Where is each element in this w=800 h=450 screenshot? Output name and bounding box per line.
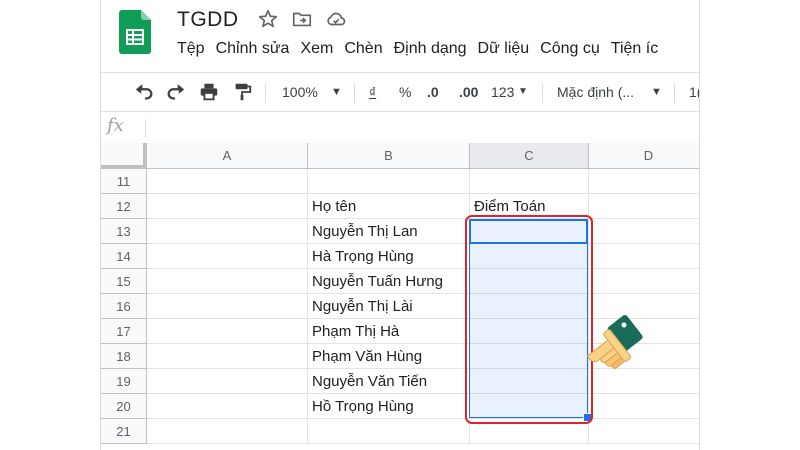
cell-a13[interactable] [147, 219, 308, 244]
percent-format-button[interactable]: % [399, 81, 411, 103]
cell-a16[interactable] [147, 294, 308, 319]
increase-decimal-button[interactable]: .00 [459, 81, 478, 103]
row-header-14[interactable]: 14 [101, 244, 147, 269]
cell-b16[interactable]: Nguyễn Thị Lài [308, 294, 470, 319]
cell-d11[interactable] [589, 169, 699, 194]
cell-c11[interactable] [470, 169, 589, 194]
row-header-21[interactable]: 21 [101, 419, 147, 444]
print-icon[interactable] [198, 81, 220, 103]
cloud-status-icon[interactable] [325, 8, 347, 30]
cell-b11[interactable] [308, 169, 470, 194]
cell-a20[interactable] [147, 394, 308, 419]
row-header-13[interactable]: 13 [101, 219, 147, 244]
undo-icon[interactable] [133, 81, 155, 103]
fx-icon: fx [107, 115, 124, 136]
cell-b18[interactable]: Phạm Văn Hùng [308, 344, 470, 369]
row-header-16[interactable]: 16 [101, 294, 147, 319]
column-header-a[interactable]: A [147, 143, 308, 169]
cell-b15[interactable]: Nguyễn Tuấn Hưng [308, 269, 470, 294]
cell-d14[interactable] [589, 244, 699, 269]
document-title[interactable]: TGDD [177, 8, 239, 32]
cell-a14[interactable] [147, 244, 308, 269]
select-all-corner[interactable] [101, 143, 147, 169]
font-select[interactable]: Mặc định (... [557, 81, 634, 103]
sheets-logo-icon[interactable] [119, 10, 151, 54]
currency-format-button[interactable]: ₫ [369, 81, 376, 103]
column-header-b[interactable]: B [308, 143, 470, 169]
app-window: TGDD Tệp Chỉnh sửa Xem Chèn Định dạng Dữ… [100, 0, 700, 450]
row-header-12[interactable]: 12 [101, 194, 147, 219]
highlight-annotation [465, 215, 593, 424]
column-header-c[interactable]: C [470, 143, 589, 169]
font-size-select[interactable]: 1( [689, 81, 699, 103]
row-header-19[interactable]: 19 [101, 369, 147, 394]
menu-bar: Tệp Chỉnh sửa Xem Chèn Định dạng Dữ liệu… [177, 40, 669, 58]
cell-b13[interactable]: Nguyễn Thị Lan [308, 219, 470, 244]
cell-d20[interactable] [589, 394, 699, 419]
cell-d15[interactable] [589, 269, 699, 294]
cell-b12[interactable]: Họ tên [308, 194, 470, 219]
paint-format-icon[interactable] [231, 81, 253, 103]
redo-icon[interactable] [165, 81, 187, 103]
menu-insert[interactable]: Chèn [344, 40, 388, 58]
menu-edit[interactable]: Chỉnh sửa [216, 40, 296, 58]
more-formats-button[interactable]: 123 [491, 81, 514, 103]
row-header-18[interactable]: 18 [101, 344, 147, 369]
cell-a19[interactable] [147, 369, 308, 394]
cell-a18[interactable] [147, 344, 308, 369]
cell-d13[interactable] [589, 219, 699, 244]
star-icon[interactable] [257, 8, 279, 30]
chevron-down-icon[interactable]: ▼ [651, 81, 662, 103]
cell-a11[interactable] [147, 169, 308, 194]
chevron-down-icon[interactable]: ▼ [331, 81, 342, 103]
toolbar-divider [354, 83, 355, 103]
menu-extensions[interactable]: Tiện íc [611, 40, 664, 58]
title-icons [257, 8, 347, 30]
row-header-15[interactable]: 15 [101, 269, 147, 294]
pointing-hand-icon [579, 311, 651, 381]
column-header-d[interactable]: D [589, 143, 699, 169]
decrease-decimal-button[interactable]: .0 [427, 81, 439, 103]
row-header-17[interactable]: 17 [101, 319, 147, 344]
menu-format[interactable]: Định dạng [394, 40, 473, 58]
cell-b17[interactable]: Phạm Thị Hà [308, 319, 470, 344]
move-to-folder-icon[interactable] [291, 8, 313, 30]
cell-a12[interactable] [147, 194, 308, 219]
cell-d12[interactable] [589, 194, 699, 219]
formula-bar: fx [101, 111, 699, 144]
cell-a15[interactable] [147, 269, 308, 294]
toolbar-divider [542, 83, 543, 103]
toolbar-divider [265, 83, 266, 103]
formula-divider [145, 119, 146, 137]
cell-b14[interactable]: Hà Trọng Hùng [308, 244, 470, 269]
menu-view[interactable]: Xem [300, 40, 339, 58]
cell-b21[interactable] [308, 419, 470, 444]
menu-tools[interactable]: Công cụ [540, 40, 606, 58]
cell-b19[interactable]: Nguyễn Văn Tiến [308, 369, 470, 394]
menu-data[interactable]: Dữ liệu [478, 40, 536, 58]
cell-d21[interactable] [589, 419, 699, 444]
row-header-20[interactable]: 20 [101, 394, 147, 419]
cell-a17[interactable] [147, 319, 308, 344]
toolbar-divider [674, 83, 675, 103]
zoom-select[interactable]: 100% [282, 81, 318, 103]
row-header-11[interactable]: 11 [101, 169, 147, 194]
cell-a21[interactable] [147, 419, 308, 444]
cell-b20[interactable]: Hồ Trọng Hùng [308, 394, 470, 419]
chevron-down-icon[interactable]: ▼ [518, 81, 528, 103]
toolbar: 100% ▼ ₫ % .0 .00 123 ▼ Mặc định (... ▼ … [101, 72, 699, 112]
menu-file[interactable]: Tệp [177, 40, 211, 58]
